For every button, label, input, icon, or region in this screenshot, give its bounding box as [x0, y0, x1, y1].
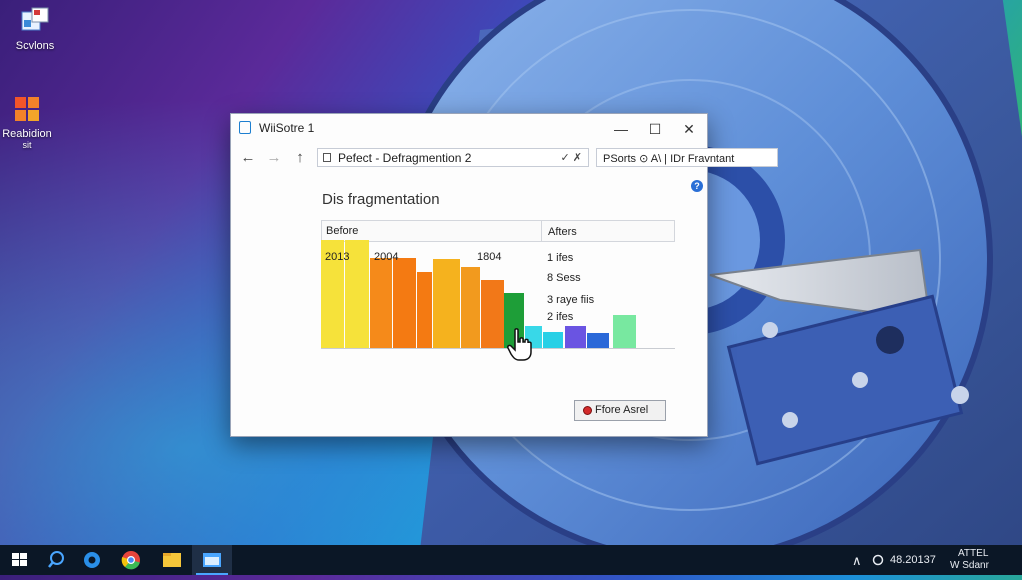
- back-arrow-icon[interactable]: ←: [237, 147, 259, 169]
- taskbar-app-edge[interactable]: [72, 545, 112, 575]
- app-window-icon: [20, 6, 50, 36]
- chart-bar: [481, 280, 504, 348]
- action-button-label: Ffore Asrel: [595, 404, 649, 416]
- table-header: Before Afters: [321, 220, 675, 242]
- tray-info-line-1: ATTEL: [958, 548, 989, 559]
- page-heading: Dis fragmentation: [322, 191, 440, 208]
- navigation-bar: ← → ↑ Pefect - Defragmention 2 ✓ ✗ PSort…: [231, 144, 778, 172]
- tray-info-line-2: W Sdanr: [950, 560, 989, 571]
- tray-clock[interactable]: 48.20137: [890, 554, 936, 566]
- chart-bar: [417, 272, 432, 348]
- folder-icon: [323, 153, 331, 162]
- windows-tiles-icon: [12, 94, 42, 124]
- taskbar-search-button[interactable]: [36, 545, 76, 575]
- forward-arrow-icon[interactable]: →: [263, 147, 285, 169]
- taskbar-file-explorer[interactable]: [152, 545, 192, 575]
- desktop-icon-sublabel: sit: [22, 140, 32, 150]
- gear-globe-icon: [84, 552, 100, 568]
- chart-bar: [543, 332, 563, 348]
- chart-baseline: [321, 348, 675, 349]
- window-app-icon: [203, 553, 221, 567]
- year-label: 1804: [477, 251, 502, 263]
- windows-logo-icon: [12, 553, 27, 566]
- desktop-icon-label: Reabidion: [2, 128, 52, 140]
- maximize-button[interactable]: ☐: [641, 118, 669, 140]
- year-label: 2004: [374, 251, 399, 263]
- search-text: PSorts ⊙ A\ | IDr Fravntant: [603, 153, 735, 165]
- year-label: 2013: [325, 251, 350, 263]
- search-box[interactable]: PSorts ⊙ A\ | IDr Fravntant: [596, 148, 778, 167]
- address-actions[interactable]: ✓ ✗: [561, 151, 583, 164]
- window-app-icon: [239, 121, 251, 134]
- chart-bar: [613, 315, 636, 348]
- chart-bar: [587, 333, 609, 348]
- taskbar-defrag-window[interactable]: [192, 545, 232, 575]
- after-item: 1 ifes: [547, 252, 574, 264]
- window-title: WiiSotre 1: [259, 121, 315, 135]
- defragment-action-button[interactable]: Ffore Asrel: [574, 400, 666, 421]
- chart-bar: [370, 258, 392, 348]
- help-icon[interactable]: ?: [691, 180, 703, 192]
- title-bar[interactable]: WiiSotre 1 — ☐ ✕: [231, 114, 707, 144]
- after-item: 3 raye fiis: [547, 294, 595, 306]
- search-icon: [48, 551, 64, 568]
- before-column-header: Before: [326, 225, 359, 237]
- network-icon[interactable]: [872, 554, 884, 566]
- after-column-header: Afters: [548, 226, 577, 238]
- address-bar[interactable]: Pefect - Defragmention 2 ✓ ✗: [317, 148, 589, 167]
- defrag-window: WiiSotre 1 — ☐ ✕ ← → ↑ Pefect - Defragme…: [230, 113, 778, 437]
- folder-icon: [163, 553, 181, 567]
- after-item: 2 ifes: [547, 311, 574, 323]
- tray-overflow-chevron[interactable]: ∧: [852, 553, 862, 569]
- up-arrow-icon[interactable]: ↑: [289, 147, 311, 169]
- taskbar: ∧ 48.20137 ATTEL W Sdanr: [0, 545, 1022, 575]
- stop-record-icon: [583, 406, 592, 415]
- start-button[interactable]: [0, 545, 40, 575]
- chart-bar: [565, 326, 586, 348]
- close-button[interactable]: ✕: [675, 118, 703, 140]
- fragmentation-table: Before Afters 2013 2004 1804 1 ifes 8 Se…: [321, 220, 675, 350]
- address-text: Pefect - Defragmention 2: [338, 151, 472, 165]
- hand-pointer-cursor-icon: [507, 328, 532, 361]
- after-item: 8 Sess: [547, 272, 581, 284]
- minimize-button[interactable]: —: [607, 118, 635, 140]
- chart-bar: [393, 258, 416, 348]
- desktop-icon-label: Scvlons: [15, 40, 55, 52]
- chart-bar: [461, 267, 480, 348]
- desktop-icon-reabidion[interactable]: Reabidion sit: [0, 94, 62, 150]
- column-divider: [541, 221, 542, 242]
- desktop-icon-scvlons[interactable]: Scvlons: [0, 6, 70, 52]
- taskbar-app-chrome[interactable]: [111, 545, 151, 575]
- chart-bar: [433, 259, 460, 348]
- chrome-icon: [121, 551, 140, 570]
